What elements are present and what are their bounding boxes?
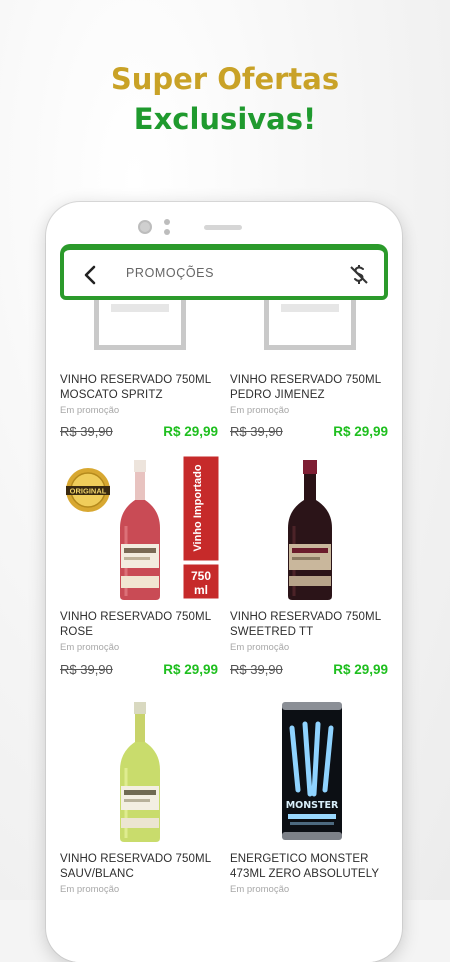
svg-text:Vinho Importado: Vinho Importado — [192, 464, 204, 551]
product-status: Em promoção — [60, 642, 120, 653]
old-price: R$ 39,90 — [60, 424, 113, 439]
product-name: VINHO RESERVADO 750ML MOSCATO SPRITZ — [60, 374, 211, 401]
headline-exclusivas: Exclusivas! — [133, 102, 317, 136]
original-seal-icon: ORIGINAL — [66, 468, 110, 512]
old-price: R$ 39,90 — [60, 662, 113, 677]
product-card[interactable]: MONSTER ENERGETICO MONSTER 473ML ZERO AB… — [230, 698, 388, 938]
product-status: Em promoção — [60, 405, 120, 416]
product-card[interactable]: VINHO RESERVADO 750ML SAUV/BLANC Em prom… — [60, 698, 224, 938]
red-wine-bottle-image — [288, 460, 332, 600]
chevron-left-icon[interactable] — [80, 264, 102, 286]
promo-price: R$ 29,99 — [163, 662, 218, 677]
page-title: PROMOÇÕES — [126, 266, 215, 280]
svg-text:750: 750 — [191, 569, 211, 583]
headline-super-ofertas: Super Ofertas — [110, 62, 340, 96]
old-price: R$ 39,90 — [230, 424, 283, 439]
promo-price: R$ 29,99 — [333, 662, 388, 677]
phone-frame: VINHO RESERVADO 750ML MOSCATO SPRITZ Em … — [46, 202, 402, 962]
svg-text:MONSTER: MONSTER — [286, 800, 339, 811]
app-screen: VINHO RESERVADO 750ML MOSCATO SPRITZ Em … — [60, 244, 388, 962]
svg-text:ml: ml — [194, 583, 208, 597]
product-card[interactable]: ORIGINAL Vinho Importado 750 ml VINHO RE… — [60, 456, 224, 696]
promo-price: R$ 29,99 — [333, 424, 388, 439]
product-name: VINHO RESERVADO 750ML SAUV/BLANC — [60, 853, 211, 880]
rose-wine-bottle-image: ORIGINAL Vinho Importado 750 ml — [66, 456, 220, 600]
product-name: VINHO RESERVADO 750ML PEDRO JIMENEZ — [230, 374, 381, 401]
old-price: R$ 39,90 — [230, 662, 283, 677]
product-status: Em promoção — [230, 642, 290, 653]
product-name: VINHO RESERVADO 750ML ROSE — [60, 611, 211, 638]
rose-bottle — [120, 460, 160, 600]
imported-wine-banner: Vinho Importado 750 ml — [182, 456, 220, 600]
product-name: VINHO RESERVADO 750ML SWEETRED TT — [230, 611, 381, 638]
no-price-tag-icon[interactable] — [348, 263, 370, 287]
front-camera — [138, 220, 152, 234]
product-status: Em promoção — [230, 884, 290, 895]
image-placeholder — [264, 300, 356, 350]
app-bar: PROMOÇÕES — [60, 244, 388, 300]
product-name: ENERGETICO MONSTER 473ML ZERO ABSOLUTELY — [230, 853, 380, 880]
svg-text:ORIGINAL: ORIGINAL — [70, 487, 107, 496]
product-status: Em promoção — [230, 405, 290, 416]
product-card[interactable]: VINHO RESERVADO 750ML SWEETRED TT Em pro… — [230, 456, 388, 696]
sensor-dot — [164, 229, 170, 235]
sensor-dot — [164, 219, 170, 225]
monster-energy-can-image: MONSTER — [282, 702, 342, 840]
earpiece-speaker — [204, 225, 242, 230]
image-placeholder — [94, 300, 186, 350]
product-status: Em promoção — [60, 884, 120, 895]
white-wine-bottle-image — [120, 702, 160, 842]
promo-price: R$ 29,99 — [163, 424, 218, 439]
